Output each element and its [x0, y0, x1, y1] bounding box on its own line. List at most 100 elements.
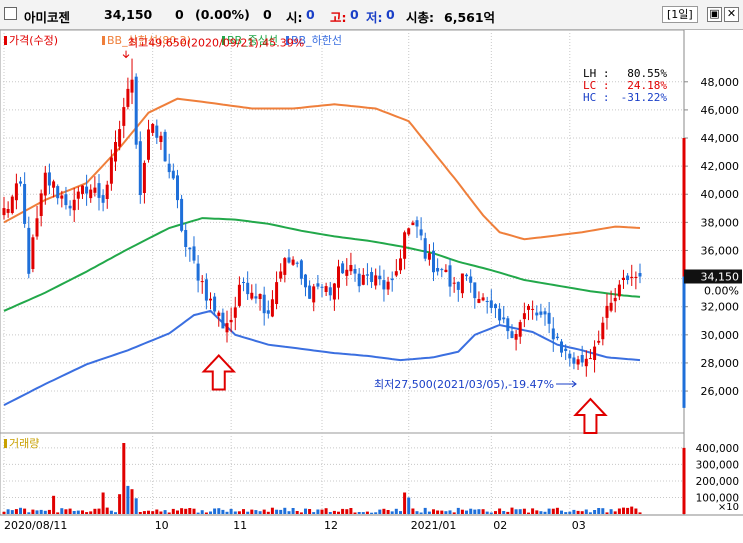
- volume-bar: [328, 512, 332, 514]
- volume-bar: [527, 512, 530, 514]
- date-tick-label: 11: [233, 519, 247, 532]
- volume-bar: [382, 508, 386, 514]
- candle-body: [130, 79, 134, 93]
- volume-bar: [469, 508, 473, 514]
- volume-bar: [14, 509, 18, 514]
- period-button[interactable]: [1일]: [662, 6, 698, 23]
- volume-bar: [481, 509, 485, 514]
- volume-bar: [266, 511, 270, 514]
- low-label: 저:: [366, 10, 383, 25]
- volume-bar: [613, 511, 617, 514]
- candle-body: [308, 285, 312, 299]
- volume-bar: [498, 508, 502, 514]
- candle-body: [10, 196, 14, 213]
- candle-body: [320, 286, 324, 288]
- volume-bar: [180, 508, 184, 514]
- volume-bar: [601, 508, 605, 514]
- volume-bar: [299, 512, 303, 514]
- stat-hc-label: HC :: [583, 91, 610, 104]
- select-checkbox[interactable]: [4, 7, 17, 20]
- price-tick-label: 42,000: [701, 160, 740, 173]
- candle-body: [76, 191, 80, 199]
- candle-body: [485, 301, 489, 302]
- candle-body: [105, 184, 109, 199]
- volume-bar: [147, 510, 150, 514]
- candle-body: [370, 272, 374, 282]
- volume-bar: [337, 511, 340, 514]
- volume-bar: [176, 510, 179, 514]
- volume-bar: [506, 511, 510, 514]
- volume-bar: [85, 512, 89, 514]
- candle-body: [378, 275, 382, 280]
- date-tick-label: 12: [324, 519, 338, 532]
- candle-body: [337, 266, 340, 288]
- volume-bar: [543, 511, 547, 514]
- volume-bar: [43, 510, 47, 514]
- close-window-icon[interactable]: ✕: [724, 7, 739, 22]
- candle-body: [68, 205, 72, 209]
- candle-body: [200, 281, 204, 283]
- volume-bar: [188, 508, 192, 514]
- price-tick-label: 32,000: [701, 301, 740, 314]
- candle-body: [489, 300, 493, 308]
- candle-body: [411, 222, 415, 226]
- volume-bar: [209, 511, 212, 514]
- volume-bar: [200, 510, 204, 514]
- volume-bar: [365, 511, 369, 514]
- volume-bar: [39, 509, 43, 514]
- candle-body: [291, 259, 295, 265]
- candle-body: [93, 187, 97, 193]
- candle-body: [382, 280, 386, 290]
- candle-body: [634, 276, 638, 278]
- candle-body: [584, 358, 588, 367]
- volume-bar: [130, 489, 134, 514]
- restore-window-icon[interactable]: ▣: [707, 7, 722, 22]
- candle-body: [64, 194, 68, 206]
- volume-bar: [349, 508, 353, 514]
- volume-bar: [93, 508, 97, 514]
- candle-body: [390, 278, 394, 281]
- candle-body: [609, 302, 613, 311]
- price-tick-label: 30,000: [701, 329, 740, 342]
- price-tick-label: 46,000: [701, 104, 740, 117]
- volume-bar: [341, 508, 345, 514]
- candle-body: [349, 265, 353, 272]
- volume-bar: [72, 511, 76, 514]
- stock-chart[interactable]: 26,00028,00030,00032,00034,00036,00038,0…: [0, 29, 743, 540]
- candle-body: [432, 250, 435, 273]
- volume-bar: [295, 511, 299, 514]
- candle-body: [31, 237, 35, 269]
- last-price-label: 34,150: [701, 271, 740, 284]
- candle-body: [97, 183, 101, 198]
- volume-bar: [6, 509, 10, 514]
- candle-body: [159, 135, 163, 142]
- volume-bar: [531, 508, 535, 514]
- volume-bar: [19, 507, 22, 514]
- candle-body: [122, 107, 126, 126]
- volume-bar: [522, 508, 526, 514]
- candle-body: [399, 258, 402, 271]
- candle-body: [555, 336, 559, 339]
- volume-bar: [386, 510, 390, 514]
- volume-bar: [419, 512, 423, 514]
- volume-bar: [514, 509, 518, 514]
- price-change-pct: (0.00%): [195, 7, 250, 22]
- candle-body: [304, 274, 307, 288]
- candle-body: [427, 253, 431, 260]
- price-tick-label: 44,000: [701, 132, 740, 145]
- candle-body: [626, 275, 630, 280]
- candle-body: [316, 283, 320, 287]
- candle-body: [180, 198, 184, 231]
- candle-body: [279, 271, 283, 279]
- candle-body: [114, 142, 117, 162]
- candle-body: [196, 263, 200, 281]
- candle-body: [572, 357, 576, 364]
- price-tick-label: 40,000: [701, 188, 740, 201]
- legend-price: 가격(수정): [9, 34, 58, 47]
- candle-body: [622, 277, 625, 280]
- volume-bar: [163, 510, 167, 514]
- candle-body: [494, 304, 497, 309]
- volume-bar: [390, 511, 394, 514]
- volume-bar: [324, 508, 328, 514]
- volume-bar: [155, 509, 159, 514]
